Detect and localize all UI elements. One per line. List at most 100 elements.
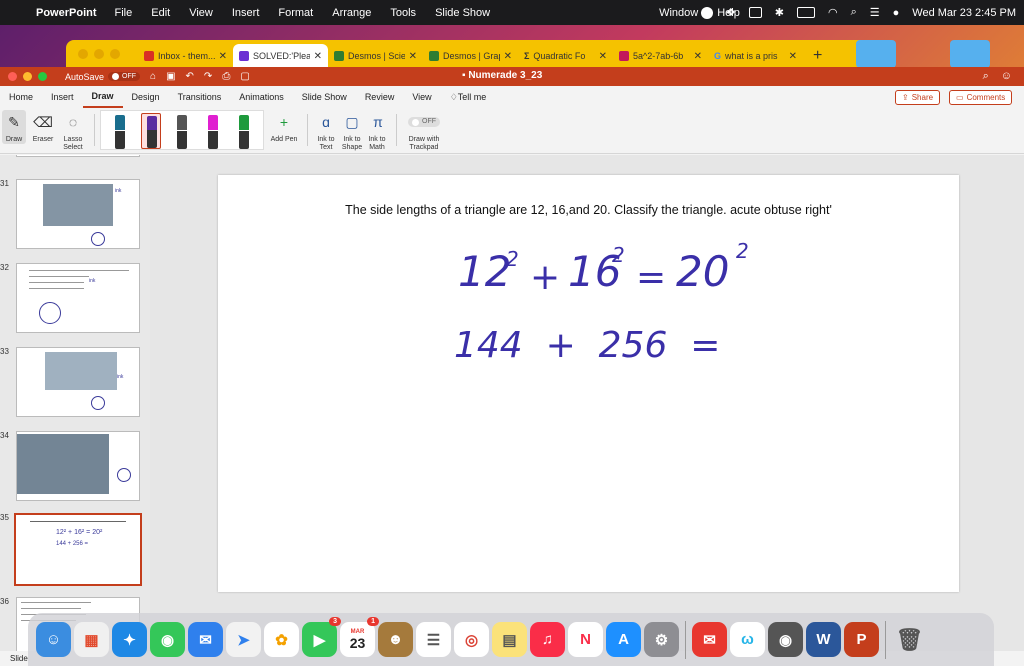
folder-icon[interactable] [950, 40, 990, 68]
battery-icon[interactable] [796, 7, 815, 18]
menu-file[interactable]: File [115, 7, 133, 19]
menu-window[interactable]: Window [659, 7, 698, 19]
menu-slide-show[interactable]: Slide Show [435, 7, 490, 19]
shortcuts-icon[interactable]: ❖ [726, 6, 736, 19]
launchpad-icon[interactable]: ▦ [74, 622, 109, 657]
lasso-select-button[interactable]: ◌ Lasso Select [60, 110, 86, 152]
menu-format[interactable]: Format [278, 7, 313, 19]
safari-icon[interactable]: ✦ [112, 622, 147, 657]
menu-view[interactable]: View [189, 7, 213, 19]
display-icon[interactable] [748, 7, 762, 18]
calendar-icon[interactable]: MAR 23 1 [340, 617, 379, 657]
tab-view[interactable]: View [403, 86, 440, 108]
trash-icon[interactable]: 🗑 [892, 622, 927, 657]
browser-tab-desmos-graphing[interactable]: Desmos | Grap ✕ [423, 44, 518, 68]
close-tab-icon[interactable]: ✕ [219, 51, 227, 62]
eraser-button[interactable]: ⌫ Eraser [30, 110, 56, 144]
browser-tab-symbolab[interactable]: 5a^2-7ab-6b ✕ [613, 44, 708, 68]
tab-transitions[interactable]: Transitions [169, 86, 231, 108]
pen-green[interactable] [234, 113, 254, 149]
autosave-toggle[interactable]: OFF [108, 72, 141, 81]
browser-tab-quadratic[interactable]: Σ Quadratic Fo ✕ [518, 44, 613, 68]
datetime[interactable]: Wed Mar 23 2:45 PM [912, 7, 1016, 19]
browser-tab-gmail[interactable]: Inbox - them... ✕ [138, 44, 233, 68]
webex-icon[interactable]: ω [730, 622, 765, 657]
siri-icon[interactable]: ● [893, 7, 900, 19]
tab-insert[interactable]: Insert [42, 86, 83, 108]
current-slide[interactable]: The side lengths of a triangle are 12, 1… [218, 175, 959, 592]
record-icon[interactable] [700, 6, 713, 19]
slide-thumbnail-35-selected[interactable]: 12² + 16² = 20² 144 + 256 = [14, 513, 142, 586]
tab-design[interactable]: Design [123, 86, 169, 108]
close-tab-icon[interactable]: ✕ [694, 51, 702, 62]
browser-tab-numerade[interactable]: SOLVED:'Plea ✕ [233, 44, 328, 68]
news-icon[interactable]: N [568, 622, 603, 657]
save-icon[interactable]: ▣ [166, 71, 175, 82]
tab-home[interactable]: Home [0, 86, 42, 108]
notes-icon[interactable]: ▤ [492, 622, 527, 657]
slide-thumbnail-33[interactable]: ink [16, 347, 140, 417]
tab-slide-show[interactable]: Slide Show [293, 86, 356, 108]
new-file-icon[interactable]: ▢ [240, 71, 249, 82]
close-window-button[interactable] [8, 72, 17, 81]
pen-3[interactable] [172, 113, 192, 149]
ink-to-math-button[interactable]: π Ink to Math [366, 110, 388, 152]
slide-thumbnail-32[interactable]: ink [16, 263, 140, 333]
menu-app-name[interactable]: PowerPoint [36, 7, 97, 19]
add-pen-button[interactable]: + Add Pen [268, 110, 300, 144]
pen-2-selected[interactable] [141, 113, 162, 149]
wifi-icon[interactable]: ◠ [828, 6, 838, 19]
comments-button[interactable]: ▭ Comments [949, 90, 1013, 105]
contacts-icon[interactable]: ☻ [378, 622, 413, 657]
ink-to-shape-button[interactable]: ▢ Ink to Shape [340, 110, 364, 152]
ink-to-text-button[interactable]: ɑ Ink to Text [314, 110, 338, 152]
email-app-icon[interactable]: ✉ [692, 622, 727, 657]
new-tab-button[interactable]: + [803, 44, 832, 68]
close-tab-icon[interactable]: ✕ [504, 51, 512, 62]
bluetooth-icon[interactable]: ✱ [775, 6, 784, 19]
menu-insert[interactable]: Insert [232, 7, 260, 19]
powerpoint-icon[interactable]: P [844, 622, 879, 657]
highlighter-pink[interactable] [203, 113, 223, 149]
tab-review[interactable]: Review [356, 86, 404, 108]
app-store-icon[interactable]: A [606, 622, 641, 657]
chrome-icon[interactable]: ◎ [454, 622, 489, 657]
print-icon[interactable]: ⎙ [222, 71, 230, 82]
music-icon[interactable]: ♫ [530, 622, 565, 657]
screenshot-icon[interactable]: ◉ [768, 622, 803, 657]
facetime-icon[interactable]: ▶ 3 [302, 617, 341, 657]
close-tab-icon[interactable]: ✕ [314, 51, 322, 62]
browser-tab-desmos-scientific[interactable]: Desmos | Scie ✕ [328, 44, 423, 68]
finder-icon[interactable]: ☺ [36, 622, 71, 657]
draw-tool-button[interactable]: ✎ Draw [2, 110, 26, 144]
minimize-window-button[interactable] [23, 72, 32, 81]
close-tab-icon[interactable]: ✕ [599, 51, 607, 62]
photos-icon[interactable]: ✿ [264, 622, 299, 657]
share-button[interactable]: ⇪ Share [895, 90, 941, 105]
browser-tab-google[interactable]: Gwhat is a pris ✕ [708, 44, 803, 68]
draw-with-trackpad-button[interactable]: OFF Draw with Trackpad [402, 110, 446, 152]
tell-me-box[interactable]: ♢ Tell me [441, 86, 496, 108]
tab-draw[interactable]: Draw [82, 86, 123, 108]
tab-animations[interactable]: Animations [230, 86, 293, 108]
search-icon[interactable]: ⌕ [983, 70, 989, 83]
reminders-icon[interactable]: ☰ [416, 622, 451, 657]
folder-icon[interactable] [856, 40, 896, 68]
messages-icon[interactable]: ◉ [150, 622, 185, 657]
menu-tools[interactable]: Tools [390, 7, 416, 19]
word-icon[interactable]: W [806, 622, 841, 657]
menu-edit[interactable]: Edit [151, 7, 170, 19]
mail-icon[interactable]: ✉ [188, 622, 223, 657]
slide-thumbnail-30[interactable] [16, 155, 140, 157]
system-preferences-icon[interactable]: ⚙ [644, 622, 679, 657]
slide-thumbnail-31[interactable]: ink [16, 179, 140, 249]
close-tab-icon[interactable]: ✕ [789, 51, 797, 62]
zoom-window-button[interactable] [38, 72, 47, 81]
close-tab-icon[interactable]: ✕ [409, 51, 417, 62]
redo-icon[interactable]: ↷ [204, 71, 212, 82]
account-icon[interactable]: ☺ [1001, 70, 1012, 83]
slide-thumbnail-34[interactable] [16, 431, 140, 501]
control-center-icon[interactable]: ☰ [870, 6, 880, 19]
pen-1[interactable] [110, 113, 130, 149]
maps-icon[interactable]: ➤ [226, 622, 261, 657]
